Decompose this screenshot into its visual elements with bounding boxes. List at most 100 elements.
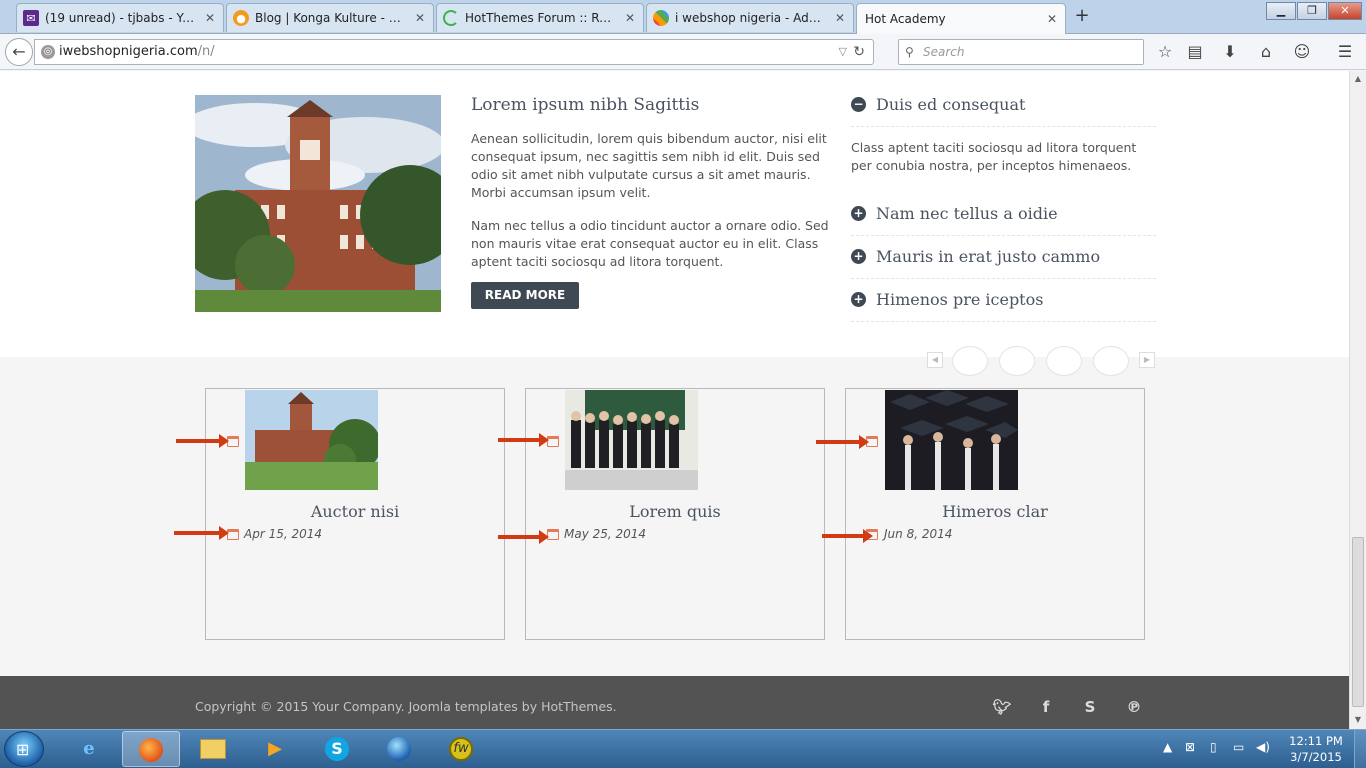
accordion-label: Duis ed consequat [876,95,1026,114]
close-icon[interactable]: ✕ [1045,12,1059,26]
tab-hotthemes-forum[interactable]: HotThemes Forum :: Reply... ✕ [436,3,644,32]
page-viewport: Lorem ipsum nibh Sagittis Aenean sollici… [0,71,1349,729]
card-image[interactable] [565,390,698,490]
clock-date: 3/7/2015 [1290,750,1342,764]
annotation-arrow-icon [498,530,549,544]
smiley-icon[interactable]: ☺ [1291,41,1313,63]
accordion-label: Himenos pre iceptos [876,290,1044,309]
file-explorer-icon[interactable] [184,731,242,767]
menu-icon[interactable]: ☰ [1334,41,1356,63]
tab-label: (19 unread) - tjbabs - Yaho... [45,11,197,25]
annotation-arrow-icon [822,529,873,543]
close-icon[interactable]: ✕ [833,11,847,25]
show-hidden-icons-icon[interactable]: ▲ [1163,740,1172,754]
media-player-icon[interactable]: ▶ [246,731,304,767]
news-card-3[interactable]: Himeros clar Jun 8, 2014 [845,388,1145,640]
annotation-arrow-icon [174,526,229,540]
battery-icon[interactable]: ▯ [1210,740,1217,754]
skype-icon[interactable]: S [1079,696,1101,718]
card-image[interactable] [885,390,1018,490]
card-title[interactable]: Auctor nisi [206,502,504,521]
download-icon[interactable]: ⬇ [1219,41,1241,63]
arrow-left-icon: ← [12,42,26,61]
pager-dot[interactable] [999,346,1035,376]
address-bar[interactable]: ◎ iwebshopnigeria.com/n/ ▽ ↻ [34,39,874,65]
plus-circle-icon: + [851,249,866,264]
site-footer: Copyright © 2015 Your Company. Joomla te… [0,676,1349,729]
tab-hot-academy[interactable]: Hot Academy ✕ [856,3,1066,34]
next-arrow-icon[interactable]: ▶ [1139,352,1155,368]
network-error-icon[interactable]: ⊠ [1185,740,1195,754]
show-desktop-button[interactable] [1354,730,1366,768]
url-host: iwebshopnigeria.com [59,44,198,59]
browser-tab-bar: ✉ (19 unread) - tjbabs - Yaho... ✕ ● Blo… [0,0,1366,34]
accordion-item-4[interactable]: + Himenos pre iceptos [851,278,1156,322]
annotation-arrow-icon [816,435,869,449]
system-clock[interactable]: 12:11 PM 3/7/2015 [1286,733,1346,765]
pager-dot[interactable] [952,346,988,376]
joomla-icon [653,10,669,26]
minimize-button[interactable]: ▁ [1266,2,1296,20]
dreamweaver-icon[interactable]: fw [432,731,490,767]
home-icon[interactable]: ⌂ [1255,41,1277,63]
tab-label: Hot Academy [865,12,946,26]
scroll-thumb[interactable] [1352,537,1364,707]
accordion-open-text: Class aptent taciti sociosqu ad litora t… [851,140,1137,173]
card-date: May 25, 2014 [564,527,647,541]
facebook-icon[interactable]: f [1035,696,1057,718]
windows-logo-icon: ⊞ [16,740,30,759]
tab-konga-blog[interactable]: ● Blog | Konga Kulture - Disc... ✕ [226,3,434,32]
tab-yahoo-mail[interactable]: ✉ (19 unread) - tjbabs - Yaho... ✕ [16,3,224,32]
accordion-item-1[interactable]: − Duis ed consequat [851,83,1156,127]
internet-explorer-icon[interactable]: e [60,731,118,767]
volume-icon[interactable]: ◀) [1256,740,1270,754]
tab-webshop-admin[interactable]: i webshop nigeria - Admini... ✕ [646,3,854,32]
tab-label: HotThemes Forum :: Reply... [465,11,617,25]
search-input[interactable]: ⚲ Search [898,39,1144,65]
back-button[interactable]: ← [5,38,33,66]
scroll-up-icon[interactable]: ▲ [1353,74,1363,83]
page-scrollbar[interactable]: ▲ ▼ [1349,71,1366,729]
close-icon[interactable]: ✕ [413,11,427,25]
pager-dot[interactable] [1046,346,1082,376]
close-icon[interactable]: ✕ [623,11,637,25]
skype-icon[interactable]: S [308,731,366,767]
plus-circle-icon: + [851,292,866,307]
accordion-item-2[interactable]: + Nam nec tellus a oidie [851,192,1156,236]
minus-circle-icon: − [851,97,866,112]
card-title[interactable]: Lorem quis [526,502,824,521]
bookmark-star-icon[interactable]: ☆ [1154,41,1176,63]
dropdown-arrow-icon[interactable]: ▽ [839,40,847,64]
section-heading-fragment [885,71,909,75]
display-icon[interactable]: ▭ [1233,740,1244,754]
featured-image [195,95,441,312]
reload-icon[interactable]: ↻ [853,40,865,64]
start-button[interactable]: ⊞ [4,731,44,767]
maximize-button[interactable]: ❐ [1297,2,1327,20]
featured-title: Lorem ipsum nibh Sagittis [471,95,700,115]
news-card-2[interactable]: Lorem quis May 25, 2014 [525,388,825,640]
tab-label: Blog | Konga Kulture - Disc... [255,11,407,25]
card-date: Jun 8, 2014 [884,527,953,541]
accordion-item-3[interactable]: + Mauris in erat justo cammo [851,235,1156,279]
prev-arrow-icon[interactable]: ◀ [927,352,943,368]
scroll-down-icon[interactable]: ▼ [1353,715,1363,724]
firefox-icon[interactable] [122,731,180,767]
pinterest-icon[interactable]: ℗ [1123,696,1145,718]
loading-icon [443,10,459,26]
globe-app-icon[interactable] [370,731,428,767]
browser-nav-bar: ← ◎ iwebshopnigeria.com/n/ ▽ ↻ ⚲ Search … [0,34,1366,70]
new-tab-button[interactable]: + [1072,6,1092,26]
news-card-1[interactable]: Auctor nisi Apr 15, 2014 [205,388,505,640]
read-more-button[interactable]: READ MORE [471,282,579,309]
pager-dot[interactable] [1093,346,1129,376]
search-icon: ⚲ [905,45,914,59]
close-icon[interactable]: ✕ [203,11,217,25]
card-title[interactable]: Himeros clar [846,502,1144,521]
twitter-icon[interactable]: 🐦︎ [991,696,1013,718]
card-image[interactable] [245,390,378,490]
window-close-button[interactable]: ✕ [1328,2,1362,20]
copyright-text: Copyright © 2015 Your Company. Joomla te… [195,699,617,714]
annotation-arrow-icon [176,434,229,448]
reading-list-icon[interactable]: ▤ [1184,41,1206,63]
